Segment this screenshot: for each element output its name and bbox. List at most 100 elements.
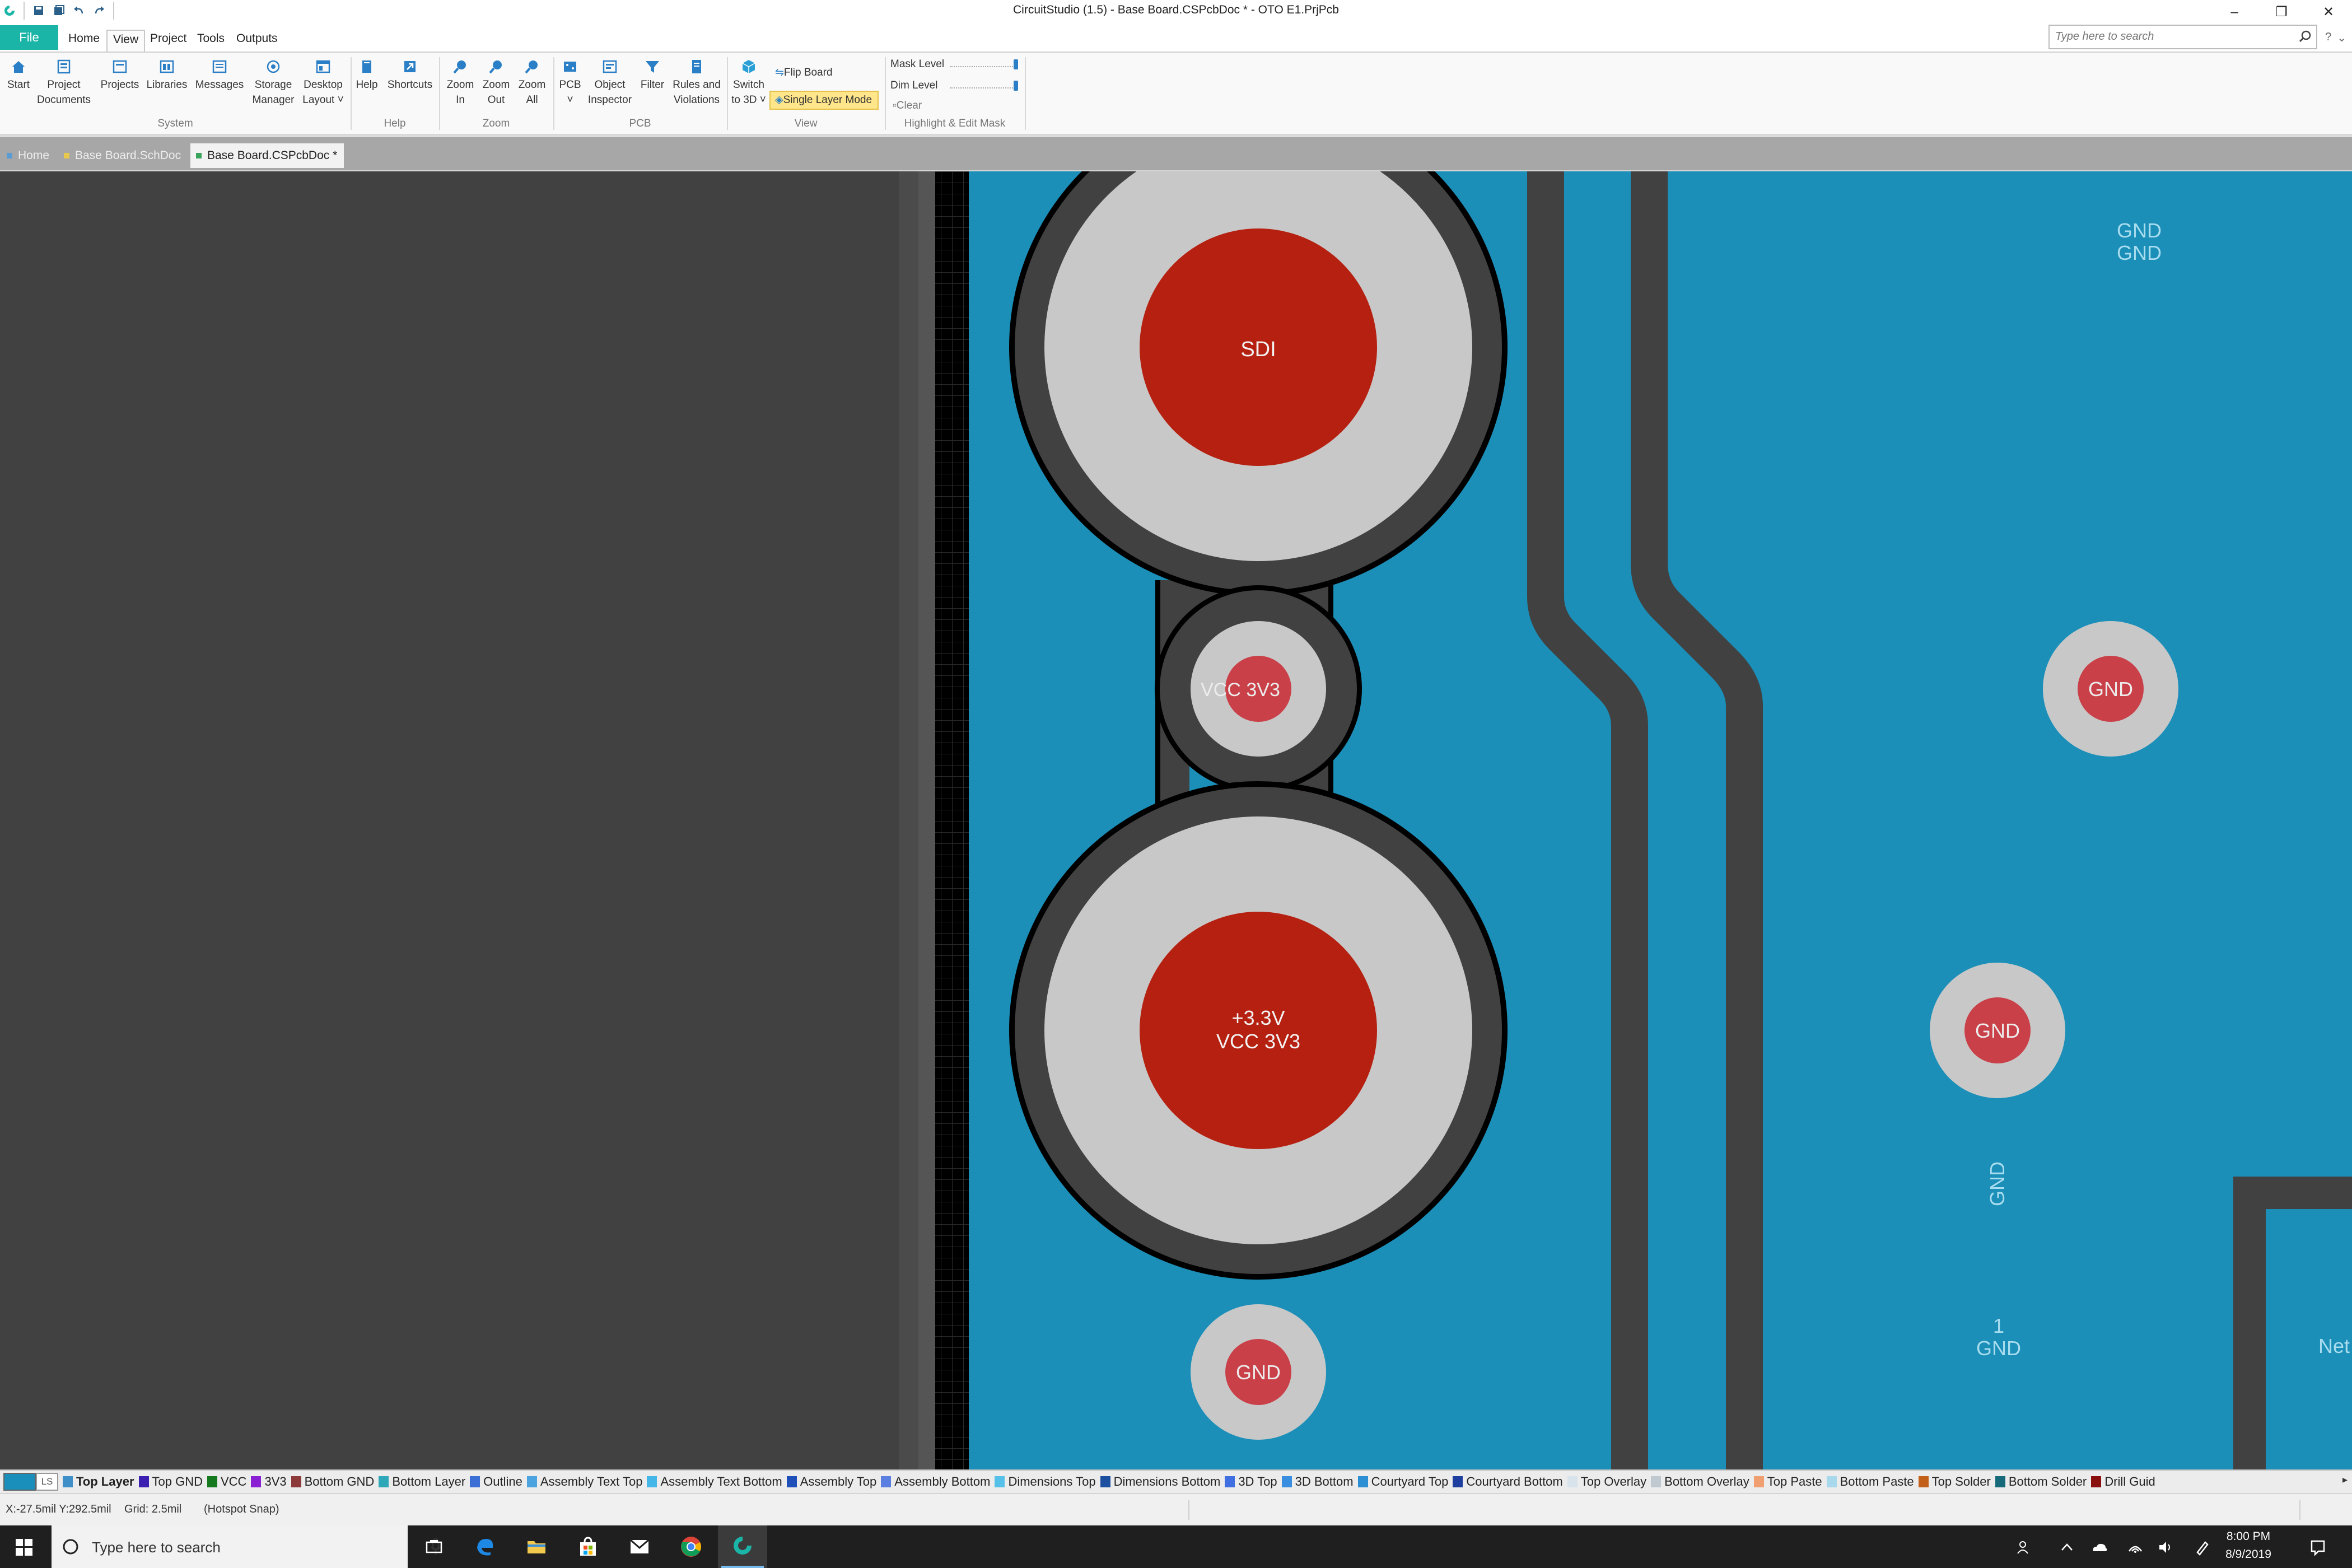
layer-tab-assembly-text-top[interactable]: Assembly Text Top bbox=[526, 1474, 642, 1489]
libraries-button[interactable]: Libraries bbox=[144, 58, 189, 92]
close-button[interactable]: ✕ bbox=[2305, 0, 2352, 25]
layer-tab-top-solder[interactable]: Top Solder bbox=[1918, 1474, 1991, 1489]
circuitstudio-icon[interactable] bbox=[718, 1525, 767, 1568]
layer-tab-courtyard-top[interactable]: Courtyard Top bbox=[1357, 1474, 1448, 1489]
onedrive-icon[interactable] bbox=[2091, 1539, 2108, 1556]
volume-icon[interactable] bbox=[2157, 1539, 2174, 1556]
minimize-button[interactable]: – bbox=[2211, 0, 2258, 25]
layer-tab-bottom-overlay[interactable]: Bottom Overlay bbox=[1651, 1474, 1749, 1489]
layer-tab-3d-bottom[interactable]: 3D Bottom bbox=[1281, 1474, 1354, 1489]
mail-icon[interactable] bbox=[615, 1525, 664, 1568]
zoom-out-button[interactable]: Zoom Out bbox=[479, 58, 513, 108]
tab-outputs[interactable]: Outputs bbox=[231, 30, 283, 52]
layer-tab-dimensions-bottom[interactable]: Dimensions Bottom bbox=[1100, 1474, 1220, 1489]
doc-tab-home[interactable]: Home bbox=[1, 143, 56, 168]
store-icon[interactable] bbox=[563, 1525, 613, 1568]
doc-tab-pcbdoc[interactable]: Base Board.CSPcbDoc * bbox=[190, 143, 344, 168]
layer-tab-top-paste[interactable]: Top Paste bbox=[1753, 1474, 1822, 1489]
action-center-icon[interactable] bbox=[2309, 1539, 2326, 1556]
pen-icon[interactable] bbox=[2194, 1539, 2211, 1556]
layer-tab-courtyard-bottom[interactable]: Courtyard Bottom bbox=[1453, 1474, 1563, 1489]
layer-tab-3d-top[interactable]: 3D Top bbox=[1225, 1474, 1277, 1489]
project-documents-icon bbox=[57, 59, 71, 74]
layer-tab-vcc[interactable]: VCC bbox=[207, 1474, 246, 1489]
layer-tab-3v3[interactable]: 3V3 bbox=[251, 1474, 287, 1489]
help-question-icon[interactable]: ? bbox=[2325, 31, 2331, 45]
help-button[interactable]: Help bbox=[353, 58, 381, 92]
projects-button[interactable]: Projects bbox=[97, 58, 142, 92]
slider-knob[interactable] bbox=[1014, 81, 1018, 91]
layer-tab-top-overlay[interactable]: Top Overlay bbox=[1567, 1474, 1646, 1489]
layer-tab-assembly-text-bottom[interactable]: Assembly Text Bottom bbox=[647, 1474, 782, 1489]
layer-tab-bottom-paste[interactable]: Bottom Paste bbox=[1826, 1474, 1914, 1489]
zoom-out-icon bbox=[489, 60, 502, 74]
search-icon[interactable] bbox=[2298, 30, 2312, 43]
tab-home[interactable]: Home bbox=[63, 30, 105, 52]
pin-number-label: 1 bbox=[1993, 1314, 2004, 1337]
layer-tab-outline[interactable]: Outline bbox=[470, 1474, 522, 1489]
tab-tools[interactable]: Tools bbox=[192, 30, 230, 52]
layer-tab-assembly-top[interactable]: Assembly Top bbox=[786, 1474, 876, 1489]
layer-color-swatch bbox=[2091, 1476, 2102, 1487]
filter-icon bbox=[646, 61, 659, 73]
taskbar-clock-time[interactable]: 8:00 PM bbox=[2218, 1530, 2279, 1543]
layer-scroll-right-icon[interactable]: ▸ bbox=[2339, 1474, 2348, 1486]
ribbon-options[interactable]: ? ⌄ bbox=[2325, 31, 2346, 45]
switch-to-3d-button[interactable]: Switch to 3D ˅ bbox=[729, 58, 768, 108]
windows-start-icon[interactable] bbox=[16, 1539, 32, 1556]
search-input[interactable]: Type here to search bbox=[2048, 25, 2317, 49]
chrome-icon[interactable] bbox=[666, 1525, 716, 1568]
layer-tab-assembly-bottom[interactable]: Assembly Bottom bbox=[881, 1474, 990, 1489]
chevron-up-icon[interactable] bbox=[2059, 1539, 2075, 1556]
clear-mask-button[interactable]: ▫Clear bbox=[893, 100, 922, 112]
file-explorer-icon[interactable] bbox=[512, 1525, 561, 1568]
layer-tab-dimensions-top[interactable]: Dimensions Top bbox=[995, 1474, 1096, 1489]
dim-level-slider[interactable] bbox=[950, 81, 1018, 91]
storage-manager-button[interactable]: Storage Manager bbox=[249, 58, 298, 108]
layer-color-swatch bbox=[1826, 1476, 1837, 1487]
pcb-canvas[interactable]: SDI VCC 3V3 +3.3V VCC 3V3 GND GND GND GN… bbox=[0, 171, 2352, 1469]
active-app-indicator bbox=[721, 1566, 764, 1568]
mask-level-slider[interactable] bbox=[950, 59, 1018, 69]
search-placeholder: Type here to search bbox=[2055, 30, 2154, 43]
pcb-view[interactable]: SDI VCC 3V3 +3.3V VCC 3V3 GND GND GND GN… bbox=[0, 171, 2352, 1469]
project-documents-button[interactable]: Project Documents bbox=[36, 58, 92, 108]
rules-violations-button[interactable]: Rules and Violations bbox=[670, 58, 724, 108]
object-inspector-button[interactable]: Object Inspector bbox=[586, 58, 634, 108]
current-layer-swatch[interactable] bbox=[3, 1473, 36, 1491]
layer-set-button[interactable]: LS bbox=[36, 1473, 58, 1491]
zoom-in-button[interactable]: Zoom In bbox=[444, 58, 477, 108]
layer-tab-top-layer[interactable]: Top Layer bbox=[63, 1474, 134, 1489]
task-view-icon[interactable] bbox=[409, 1525, 458, 1568]
tab-file[interactable]: File bbox=[0, 25, 58, 50]
start-button[interactable]: Start bbox=[4, 58, 32, 92]
messages-button[interactable]: Messages bbox=[194, 58, 245, 92]
filter-button[interactable]: Filter bbox=[636, 58, 669, 92]
zoom-all-button[interactable]: Zoom All bbox=[515, 58, 549, 108]
wifi-icon[interactable] bbox=[2127, 1539, 2144, 1556]
tab-project[interactable]: Project bbox=[144, 30, 192, 52]
layer-color-swatch bbox=[647, 1476, 657, 1487]
layer-tab-bottom-layer[interactable]: Bottom Layer bbox=[379, 1474, 465, 1489]
button-label: Project bbox=[47, 79, 81, 91]
ribbon-menu-icon[interactable]: ⌄ bbox=[2337, 31, 2346, 45]
taskbar-clock-date[interactable]: 8/9/2019 bbox=[2218, 1548, 2279, 1561]
tab-view[interactable]: View bbox=[106, 30, 146, 52]
people-icon[interactable] bbox=[2016, 1539, 2033, 1556]
single-layer-mode-button[interactable]: ◈Single Layer Mode bbox=[769, 91, 879, 110]
layer-tab-bottom-solder[interactable]: Bottom Solder bbox=[1995, 1474, 2087, 1489]
layer-tab-top-gnd[interactable]: Top GND bbox=[138, 1474, 203, 1489]
slider-knob[interactable] bbox=[1014, 59, 1018, 69]
restore-button[interactable]: ❐ bbox=[2258, 0, 2305, 25]
messages-icon bbox=[212, 60, 227, 73]
shortcuts-button[interactable]: Shortcuts bbox=[383, 58, 437, 92]
flip-board-button[interactable]: ⇋Flip Board bbox=[775, 66, 833, 79]
edge-icon[interactable] bbox=[460, 1525, 510, 1568]
doc-tab-schdoc[interactable]: Base Board.SchDoc bbox=[58, 143, 188, 168]
layer-tab-drill-guid[interactable]: Drill Guid bbox=[2091, 1474, 2155, 1489]
desktop-layout-button[interactable]: Desktop Layout ˅ bbox=[300, 58, 346, 108]
pcb-button[interactable]: PCB ˅ bbox=[557, 58, 584, 108]
layer-label: Top Paste bbox=[1767, 1474, 1822, 1488]
taskbar-search-box[interactable]: Type here to search bbox=[52, 1525, 441, 1568]
layer-tab-bottom-gnd[interactable]: Bottom GND bbox=[291, 1474, 374, 1489]
